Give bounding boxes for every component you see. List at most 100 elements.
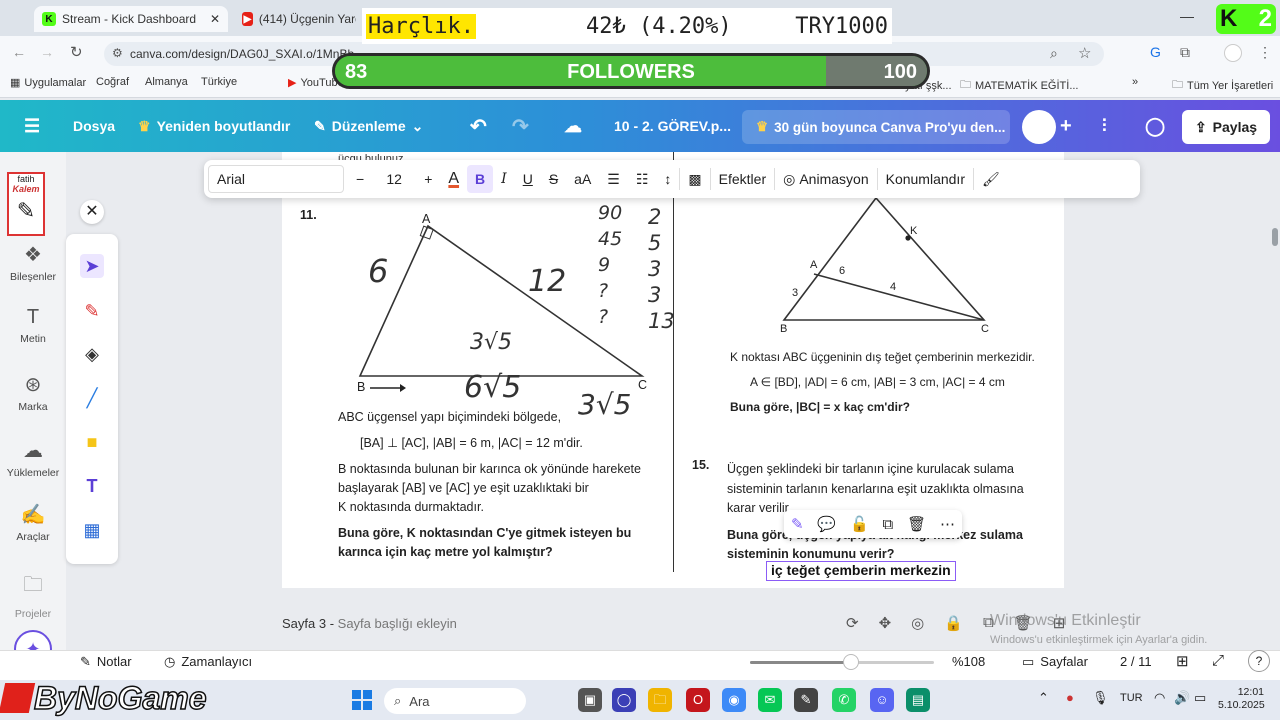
pen-app-icon[interactable]: ✎: [794, 688, 818, 712]
bookmark-turkiye[interactable]: Türkiye: [201, 76, 237, 88]
sidebar-item-tools[interactable]: ✍ Araçlar: [0, 502, 66, 543]
tray-app-icon[interactable]: ●: [1066, 690, 1074, 705]
effects-button[interactable]: Efektler: [711, 160, 774, 198]
bookmark-cografya[interactable]: Coğraf: [96, 76, 129, 88]
profile-avatar[interactable]: [1224, 44, 1242, 62]
bookmark-almanya[interactable]: Almanya: [145, 76, 188, 88]
minimize-window-icon[interactable]: —: [1180, 8, 1194, 24]
table-tool-icon[interactable]: ▦: [80, 518, 104, 542]
file-explorer-icon[interactable]: 🗀: [648, 688, 672, 712]
windows-start-icon[interactable]: [352, 690, 372, 710]
font-size-input[interactable]: 12: [372, 160, 416, 198]
chrome-icon[interactable]: ◉: [722, 688, 746, 712]
zoom-slider[interactable]: [750, 654, 934, 670]
marker-pen-icon[interactable]: ✎: [80, 299, 104, 323]
delete-icon[interactable]: 🗑: [907, 515, 926, 533]
main-menu-icon[interactable]: ☰: [24, 100, 40, 152]
app-circle-icon[interactable]: ◯: [612, 688, 636, 712]
site-info-icon[interactable]: ⚙: [112, 46, 123, 60]
pro-trial-button[interactable]: ♛ 30 gün boyunca Canva Pro'yu den...: [742, 110, 1010, 144]
zoom-icon[interactable]: ⌕: [1050, 45, 1058, 62]
sidebar-item-brand[interactable]: ⊛ Marka: [0, 372, 66, 413]
wifi-icon[interactable]: ◠: [1154, 690, 1165, 706]
close-panel-icon[interactable]: ✕: [80, 200, 104, 224]
back-icon[interactable]: ←: [12, 44, 26, 60]
timer-button[interactable]: ◷ Zamanlayıcı: [164, 654, 252, 670]
whatsapp-icon[interactable]: ✆: [832, 688, 856, 712]
lock-icon[interactable]: 🔓: [850, 515, 869, 533]
paint-format-icon[interactable]: 🖌: [974, 160, 1008, 198]
undo-icon[interactable]: ↶: [470, 100, 487, 152]
sidebar-item-projects[interactable]: 🗀 Projeler: [0, 570, 66, 620]
position-button[interactable]: Konumlandır: [878, 160, 973, 198]
redo-icon[interactable]: ↷: [512, 100, 529, 152]
grid-view-icon[interactable]: ⊞: [1176, 652, 1189, 670]
decrease-font-icon[interactable]: −: [348, 160, 372, 198]
lock-page-icon[interactable]: 🔒: [944, 614, 963, 632]
help-icon[interactable]: ?: [1248, 650, 1270, 672]
zoom-level[interactable]: %108: [952, 654, 985, 669]
animation-button[interactable]: ◎ Animasyon: [775, 160, 876, 198]
opera-icon[interactable]: O: [686, 688, 710, 712]
bookmark-all[interactable]: 🗀 Tüm Yer İşaretleri: [1172, 76, 1273, 95]
sidebar-item-text[interactable]: T Metin: [0, 306, 66, 345]
edit-mode-button[interactable]: ✎ Düzenleme ⌄: [314, 100, 423, 152]
comment-icon[interactable]: ◯: [1145, 100, 1165, 152]
pages-button[interactable]: ▭ Sayfalar: [1022, 654, 1088, 670]
resize-button[interactable]: ♛ Yeniden boyutlandır: [138, 100, 290, 152]
task-view-icon[interactable]: ▣: [578, 688, 602, 712]
font-family-select[interactable]: Arial: [208, 165, 344, 193]
file-menu-button[interactable]: Dosya: [73, 100, 115, 152]
sidebar-item-uploads[interactable]: ☁ Yüklemeler: [0, 438, 66, 479]
bookmark-star-icon[interactable]: ☆: [1078, 44, 1091, 62]
vertical-scrollbar[interactable]: [1272, 228, 1278, 246]
forward-icon[interactable]: →: [40, 44, 54, 60]
close-tab-icon[interactable]: ✕: [210, 12, 220, 26]
clock[interactable]: 12:01 5.10.2025: [1218, 686, 1265, 712]
taskbar-search[interactable]: ⌕ Ara: [384, 688, 526, 714]
bold-icon[interactable]: B: [467, 165, 494, 193]
discord-icon[interactable]: ☺: [870, 688, 894, 712]
sticky-note-icon[interactable]: ■: [80, 430, 104, 454]
user-avatar[interactable]: [1022, 110, 1056, 144]
letter-case-icon[interactable]: aA: [566, 160, 599, 198]
strikethrough-icon[interactable]: S: [541, 160, 566, 198]
reload-icon[interactable]: ↻: [70, 43, 83, 61]
sidebar-item-elements[interactable]: ❖ Bileşenler: [0, 242, 66, 283]
align-icon[interactable]: ☰: [599, 160, 628, 198]
select-pointer-icon[interactable]: ➤: [80, 254, 104, 278]
document-title[interactable]: 10 - 2. GÖREV.p...: [614, 100, 731, 152]
list-icon[interactable]: ☷: [628, 160, 657, 198]
app-green-icon[interactable]: ▤: [906, 688, 930, 712]
tab-kick-dashboard[interactable]: K Stream - Kick Dashboard ✕: [34, 6, 228, 32]
pen-sticker[interactable]: fatih Kalem ✎: [7, 172, 45, 236]
line-app-icon[interactable]: ✉: [758, 688, 782, 712]
more-options-icon[interactable]: ⋯: [940, 515, 955, 533]
underline-icon[interactable]: U: [515, 160, 541, 198]
hide-icon[interactable]: ◎: [911, 614, 924, 632]
notes-button[interactable]: ✎ Notlar: [80, 654, 132, 670]
battery-icon[interactable]: ▭: [1194, 690, 1206, 706]
tray-overflow-icon[interactable]: ⌃: [1038, 690, 1049, 706]
extensions-icon[interactable]: ⧉: [1180, 44, 1190, 61]
text-color-icon[interactable]: A: [440, 160, 467, 198]
italic-icon[interactable]: I: [493, 160, 515, 198]
add-collaborator-icon[interactable]: +: [1060, 100, 1072, 152]
increase-font-icon[interactable]: +: [416, 160, 440, 198]
page-title-row[interactable]: Sayfa 3 - Sayfa başlığı ekleyin: [282, 616, 457, 631]
bookmark-matematik[interactable]: 🗀 MATEMATİK EĞİTİ...: [960, 76, 1079, 95]
more-bookmarks-icon[interactable]: »: [1132, 76, 1138, 88]
analytics-icon[interactable]: ⫶: [1102, 100, 1107, 152]
browser-menu-icon[interactable]: ⋮: [1258, 44, 1272, 61]
fullscreen-icon[interactable]: ⤢: [1212, 652, 1224, 669]
cloud-save-icon[interactable]: ☁: [564, 100, 582, 152]
magic-edit-icon[interactable]: ✎: [791, 515, 804, 533]
refresh-icon[interactable]: ⟳: [846, 614, 859, 632]
microphone-icon[interactable]: 🎙: [1092, 690, 1109, 706]
volume-icon[interactable]: 🔊: [1174, 690, 1190, 706]
bookmark-apps[interactable]: ▦ Uygulamalar: [10, 76, 86, 90]
add-comment-icon[interactable]: 💬: [817, 515, 836, 533]
language-indicator[interactable]: TUR: [1120, 692, 1143, 704]
move-icon[interactable]: ✥: [879, 614, 892, 632]
line-tool-icon[interactable]: ╱: [80, 386, 104, 410]
